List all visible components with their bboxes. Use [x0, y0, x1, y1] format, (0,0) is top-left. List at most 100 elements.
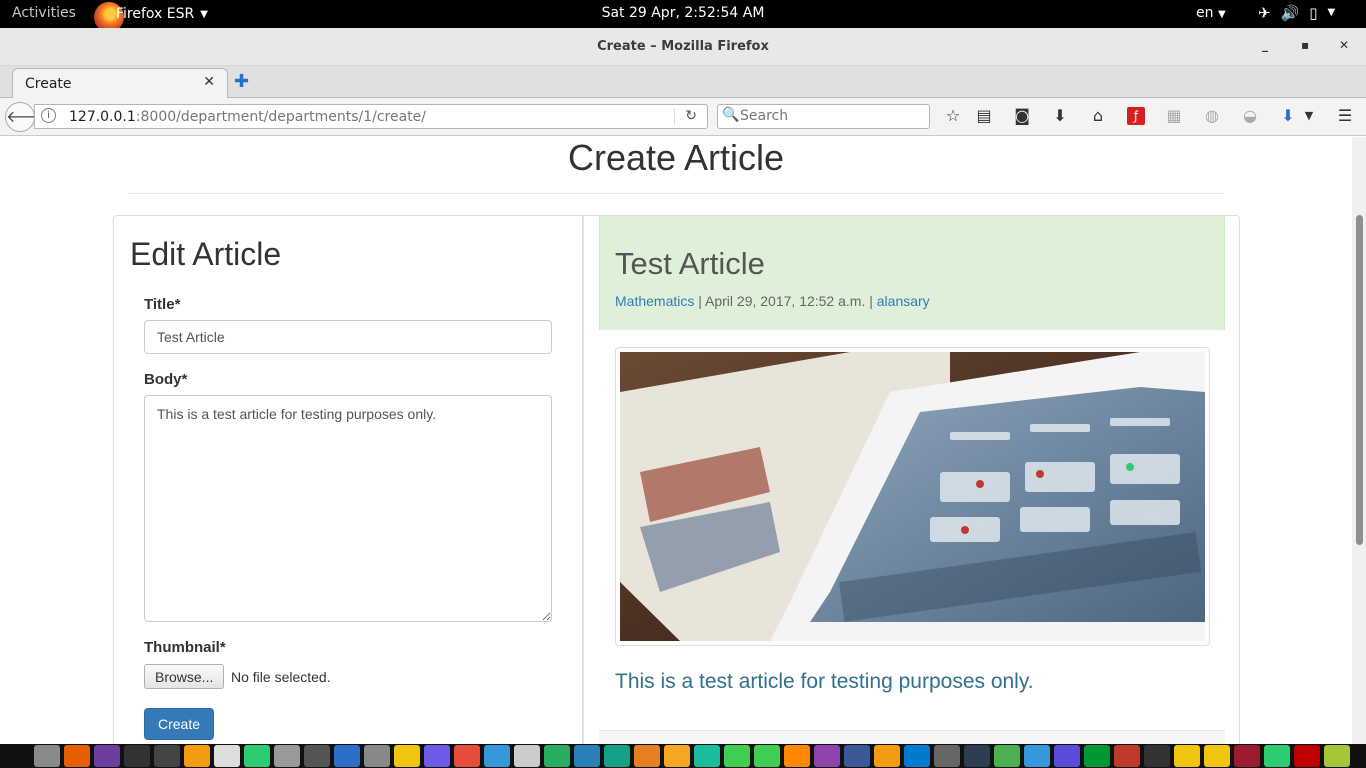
maximize-button[interactable]: ▪ [1301, 38, 1309, 52]
search-input[interactable] [740, 108, 920, 124]
body-textarea[interactable] [144, 395, 552, 622]
dock [0, 744, 1366, 768]
gnome-top-bar: Activities Firefox ESR ▼ Sat 29 Apr, 2:5… [0, 0, 1366, 32]
new-tab-button[interactable]: ✚ [234, 71, 249, 92]
navigation-toolbar: 🡐 i 127.0.0.1:8000/department/department… [0, 98, 1366, 136]
article-body: This is a test article for testing purpo… [615, 670, 1034, 693]
language-label: en [1196, 5, 1214, 21]
box-icon[interactable] [274, 745, 300, 767]
volume-icon: 🔊 [1280, 4, 1300, 22]
browse-button[interactable]: Browse... [144, 664, 225, 689]
tab-label: Create [25, 76, 72, 92]
category-link[interactable]: Mathematics [615, 293, 694, 309]
create-button[interactable]: Create [144, 708, 215, 740]
page-scrollbar[interactable] [1352, 137, 1366, 744]
mysql-workbench-icon[interactable] [484, 745, 510, 767]
terminal3-icon[interactable] [1144, 745, 1170, 767]
chevron-down-icon[interactable]: ▼ [1298, 109, 1320, 122]
file-status: No file selected. [231, 669, 331, 685]
translate-icon[interactable] [604, 745, 630, 767]
article-header: Test Article Mathematics | April 29, 201… [599, 216, 1225, 330]
back-button[interactable]: 🡐 [5, 102, 49, 132]
addon3-icon[interactable]: ◒ [1239, 106, 1261, 125]
article-meta: Mathematics | April 29, 2017, 12:52 a.m.… [615, 293, 930, 309]
canopy-icon[interactable] [304, 745, 330, 767]
reload-icon[interactable]: ↻ [685, 108, 697, 124]
edit-article-panel: Edit Article Title* Body* Thumbnail* Bro… [113, 215, 583, 744]
system-tray[interactable]: ✈ 🔊 ▯ ▼ [1258, 4, 1335, 22]
chevron-down-icon: ▼ [1327, 7, 1336, 18]
network-icon[interactable] [964, 745, 990, 767]
blocks-icon[interactable] [394, 745, 420, 767]
sublime-icon[interactable] [184, 745, 210, 767]
files-icon[interactable] [34, 745, 60, 767]
chrome-icon[interactable] [994, 745, 1020, 767]
texstudio-icon[interactable] [814, 745, 840, 767]
tex-icon[interactable] [934, 745, 960, 767]
tab-create[interactable]: Create ✕ [12, 68, 228, 98]
libreoffice-icon[interactable] [544, 745, 570, 767]
box2-icon[interactable] [1204, 745, 1230, 767]
pycharm-icon[interactable] [244, 745, 270, 767]
language-indicator[interactable]: en ▼ [1196, 5, 1226, 21]
tab-strip: Create ✕ ✚ [0, 66, 1366, 98]
bookmarks-menu-icon[interactable]: ▤ [973, 106, 995, 125]
spreadsheet-icon[interactable] [514, 745, 540, 767]
url-text[interactable]: 127.0.0.1:8000/department/departments/1/… [69, 109, 426, 125]
vlc-icon[interactable] [784, 745, 810, 767]
qt-icon[interactable] [724, 745, 750, 767]
flash-icon[interactable]: ƒ [1127, 107, 1145, 125]
home-icon[interactable]: ⌂ [1087, 106, 1109, 125]
activities-button[interactable]: Activities [12, 5, 76, 21]
filezilla-icon[interactable] [1294, 745, 1320, 767]
settings-icon[interactable] [634, 745, 660, 767]
thumbnail-image [620, 352, 1205, 641]
bug-icon[interactable] [694, 745, 720, 767]
scrollbar-thumb[interactable] [1356, 215, 1363, 545]
texmaker-icon[interactable] [94, 745, 120, 767]
vim-icon[interactable] [1084, 745, 1110, 767]
home-icon[interactable] [214, 745, 240, 767]
info-icon[interactable]: i [41, 108, 56, 123]
search-box[interactable]: 🔍 [717, 104, 930, 129]
bookmark-star-icon[interactable]: ☆ [942, 106, 964, 125]
addon2-icon[interactable]: ◍ [1201, 106, 1223, 125]
pocket-icon[interactable]: ◙ [1011, 106, 1033, 125]
title-label: Title* [144, 296, 181, 313]
qt2-icon[interactable] [754, 745, 780, 767]
hamburger-menu-icon[interactable]: ☰ [1334, 106, 1356, 125]
app-menu[interactable]: Firefox ESR ▼ [94, 0, 208, 32]
firefox-icon[interactable] [64, 745, 90, 767]
close-tab-icon[interactable]: ✕ [203, 74, 215, 90]
vscode-icon[interactable] [904, 745, 930, 767]
sun-icon[interactable] [1174, 745, 1200, 767]
mosaic-icon[interactable] [454, 745, 480, 767]
rstudio-icon[interactable] [364, 745, 390, 767]
url-bar[interactable]: i 127.0.0.1:8000/department/departments/… [34, 104, 708, 129]
firefox2-icon[interactable] [1054, 745, 1080, 767]
body-label: Body* [144, 371, 188, 388]
app-menu-label: Firefox ESR [116, 6, 195, 22]
minimize-button[interactable]: _ [1262, 38, 1268, 52]
downloads-icon[interactable]: ⬇ [1049, 106, 1071, 125]
terminal2-icon[interactable] [154, 745, 180, 767]
mail-icon[interactable] [844, 745, 870, 767]
sublime2-icon[interactable] [874, 745, 900, 767]
url-host: 127.0.0.1 [69, 109, 136, 125]
addon-icon[interactable]: ▦ [1163, 106, 1185, 125]
puzzle-icon[interactable] [664, 745, 690, 767]
grid-icon[interactable] [1024, 745, 1050, 767]
mendeley-icon[interactable] [1234, 745, 1260, 767]
text-icon[interactable] [574, 745, 600, 767]
clock[interactable]: Sat 29 Apr, 2:52:54 AM [602, 5, 765, 21]
download-helper-icon[interactable]: ⬇ [1277, 106, 1299, 125]
title-input[interactable] [144, 320, 552, 354]
author-link[interactable]: alansary [877, 293, 930, 309]
terminal-icon[interactable] [124, 745, 150, 767]
android-icon[interactable] [1324, 745, 1350, 767]
r-icon[interactable] [334, 745, 360, 767]
close-window-button[interactable]: ✕ [1339, 38, 1349, 52]
globe-icon[interactable] [1264, 745, 1290, 767]
maple-icon[interactable] [1114, 745, 1140, 767]
eclipse-icon[interactable] [424, 745, 450, 767]
